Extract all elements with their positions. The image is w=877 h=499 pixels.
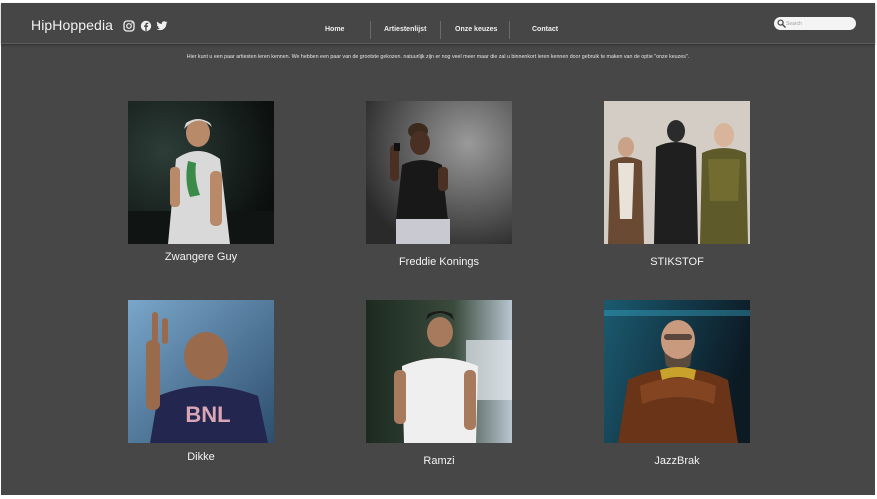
nav-onze-keuzes[interactable]: Onze keuzes bbox=[455, 21, 497, 39]
intro-text: Hier kunt u een paar artiesten leren ken… bbox=[186, 54, 690, 60]
artist-name[interactable]: JazzBrak bbox=[584, 455, 770, 467]
nav-divider bbox=[440, 21, 441, 39]
artist-name[interactable]: STIKSTOF bbox=[584, 256, 770, 268]
instagram-icon[interactable] bbox=[123, 20, 135, 32]
nav-home[interactable]: Home bbox=[325, 21, 344, 39]
facebook-icon[interactable] bbox=[140, 20, 152, 32]
artist-photo[interactable] bbox=[604, 101, 750, 244]
artist-name[interactable]: Dikke bbox=[108, 451, 294, 463]
browser-viewport: HipHoppedia Home Artiestenlijst Onze keu… bbox=[1, 3, 875, 495]
artist-name[interactable]: Ramzi bbox=[346, 455, 532, 467]
artist-photo[interactable] bbox=[128, 101, 274, 244]
artist-photo[interactable] bbox=[366, 300, 512, 443]
artist-photo[interactable]: BNL bbox=[128, 300, 274, 443]
nav-divider bbox=[509, 21, 510, 39]
site-logo[interactable]: HipHoppedia bbox=[31, 17, 113, 33]
nav-artiestenlijst[interactable]: Artiestenlijst bbox=[384, 21, 426, 39]
artist-name[interactable]: Zwangere Guy bbox=[108, 251, 294, 263]
search-icon[interactable] bbox=[777, 19, 786, 28]
artist-photo[interactable] bbox=[366, 101, 512, 244]
site-header: HipHoppedia Home Artiestenlijst Onze keu… bbox=[1, 3, 875, 44]
nav-divider bbox=[370, 21, 371, 39]
page: HipHoppedia Home Artiestenlijst Onze keu… bbox=[0, 0, 877, 499]
nav-contact[interactable]: Contact bbox=[532, 21, 558, 39]
search-input[interactable] bbox=[786, 17, 852, 30]
svg-text:BNL: BNL bbox=[185, 402, 230, 427]
artist-name[interactable]: Freddie Konings bbox=[346, 256, 532, 268]
search-box[interactable] bbox=[774, 17, 856, 30]
twitter-icon[interactable] bbox=[156, 20, 168, 32]
artist-photo[interactable] bbox=[604, 300, 750, 443]
